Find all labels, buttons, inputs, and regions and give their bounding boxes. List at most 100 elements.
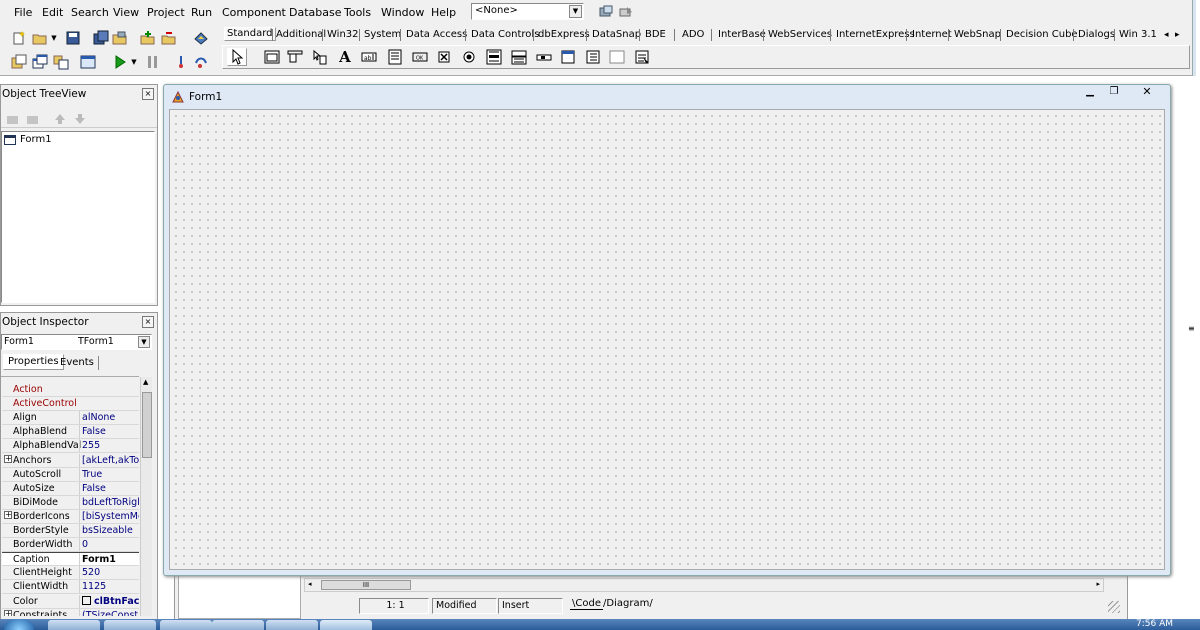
property-value[interactable]: clBtnFac	[79, 594, 139, 608]
move-up-icon[interactable]	[51, 110, 69, 128]
palette-tab-datasnap[interactable]: DataSnap	[592, 29, 641, 43]
actionlist-icon[interactable]	[632, 48, 652, 66]
property-row[interactable]: AlphaBlendVal 255	[2, 439, 139, 454]
palette-tab-win31[interactable]: Win 3.1	[1119, 29, 1157, 43]
start-button[interactable]	[4, 619, 34, 630]
pause-icon[interactable]	[144, 53, 162, 71]
palette-tab-ado[interactable]: ADO	[682, 29, 704, 43]
palette-tab-data-controls[interactable]: Data Controls	[471, 29, 539, 43]
new-form-icon[interactable]	[79, 53, 97, 71]
save-desktop-icon[interactable]	[597, 3, 615, 21]
minimize-button[interactable]: ▁	[1078, 86, 1102, 100]
property-value[interactable]: False	[79, 481, 139, 495]
close-icon[interactable]: ×	[142, 316, 154, 328]
close-button[interactable]: ✕	[1130, 86, 1164, 100]
tab-properties[interactable]: Properties	[3, 354, 64, 370]
property-row[interactable]: Align alNone	[2, 411, 139, 426]
property-row[interactable]: + Anchors [akLeft,akTop	[2, 453, 139, 468]
menu-edit[interactable]: Edit	[42, 6, 63, 19]
menu-file[interactable]: File	[14, 6, 32, 19]
radiogroup-icon[interactable]	[583, 48, 603, 66]
property-value[interactable]: 255	[79, 439, 139, 453]
menu-tools[interactable]: Tools	[344, 6, 371, 19]
property-row[interactable]: Caption Form1	[2, 552, 139, 567]
panel-icon[interactable]	[607, 48, 627, 66]
property-value[interactable]: 520	[79, 566, 139, 580]
property-row[interactable]: BorderWidth 0	[2, 538, 139, 553]
groupbox-icon[interactable]	[558, 48, 578, 66]
splitter-grip-icon[interactable]: ≡	[1188, 324, 1195, 333]
property-row[interactable]: ActiveControl	[2, 397, 139, 412]
property-value[interactable]: 1125	[79, 580, 139, 594]
palette-tab-bde[interactable]: BDE	[645, 29, 666, 43]
property-value[interactable]: Form1	[79, 553, 139, 567]
clock[interactable]: 7:56 AM	[1136, 620, 1173, 629]
menu-search[interactable]: Search	[71, 6, 109, 19]
label-icon[interactable]: A	[335, 48, 355, 66]
menu-run[interactable]: Run	[191, 6, 212, 19]
taskbar-explorer-icon[interactable]	[104, 620, 156, 630]
save-icon[interactable]	[64, 29, 82, 47]
menu-window[interactable]: Window	[381, 6, 424, 19]
view-form-icon[interactable]	[31, 53, 49, 71]
palette-tab-data-access[interactable]: Data Access	[406, 29, 467, 43]
taskbar-browser-icon[interactable]	[212, 620, 264, 630]
edit-icon[interactable]: ab	[359, 48, 379, 66]
palette-tab-internetexpress[interactable]: InternetExpress	[836, 29, 915, 43]
editor-hscrollbar[interactable]: ◂ III ▸	[304, 578, 1104, 592]
property-row[interactable]: AutoSize False	[2, 481, 139, 496]
menu-component[interactable]: Component	[222, 6, 286, 19]
memo-icon[interactable]	[385, 48, 405, 66]
view-unit-icon[interactable]	[10, 53, 28, 71]
property-value[interactable]: 0	[79, 538, 139, 552]
open-icon[interactable]	[31, 29, 49, 47]
property-value[interactable]: bsSizeable	[79, 524, 139, 537]
property-value[interactable]: False	[79, 425, 139, 439]
tree-node-form1[interactable]: Form1	[4, 134, 64, 147]
object-selector[interactable]: Form1 TForm1 ▼	[1, 334, 152, 350]
remove-from-project-icon[interactable]	[160, 29, 178, 47]
toggle-form-unit-icon[interactable]	[52, 53, 70, 71]
popup-menu-icon[interactable]	[310, 48, 330, 66]
scroll-right-icon[interactable]: ▸	[1096, 580, 1100, 588]
property-row[interactable]: +BorderIcons [biSystemMen	[2, 509, 139, 524]
button-icon[interactable]: OK	[410, 48, 430, 66]
palette-tab-webservices[interactable]: WebServices	[768, 29, 832, 43]
menu-database[interactable]: Database	[289, 6, 342, 19]
resize-grip-icon[interactable]	[1108, 601, 1120, 613]
open-project-icon[interactable]	[111, 29, 129, 47]
palette-tab-win32[interactable]: Win32	[327, 29, 359, 43]
palette-tab-interbase[interactable]: InterBase	[718, 29, 766, 43]
property-row[interactable]: AutoScroll True	[2, 467, 139, 482]
scroll-left-icon[interactable]: ◂	[308, 580, 312, 588]
palette-tab-dbexpress[interactable]: dbExpress	[538, 29, 590, 43]
radio-button-icon[interactable]	[459, 48, 479, 66]
trace-into-icon[interactable]	[172, 53, 190, 71]
palette-tab-additional[interactable]: Additional	[276, 29, 326, 43]
palette-scroll-right-icon[interactable]: ▸	[1175, 29, 1187, 43]
property-value[interactable]: alNone	[79, 411, 139, 425]
palette-tab-websnap[interactable]: WebSnap	[954, 29, 1001, 43]
pointer-icon[interactable]	[227, 48, 247, 66]
property-row[interactable]: AlphaBlend False	[2, 425, 139, 440]
delete-item-icon[interactable]	[24, 110, 42, 128]
property-row[interactable]: Action	[2, 383, 139, 397]
property-row[interactable]: ClientHeight 520	[2, 566, 139, 581]
taskbar-ie-icon[interactable]	[48, 620, 100, 630]
close-icon[interactable]: ×	[142, 88, 154, 100]
tab-events[interactable]: Events	[56, 356, 99, 370]
taskbar-delphi-icon[interactable]	[320, 620, 372, 630]
scrollbar-icon[interactable]	[534, 48, 554, 66]
property-row[interactable]: ClientWidth 1125	[2, 580, 139, 595]
help-contents-icon[interactable]	[192, 29, 210, 47]
expand-icon[interactable]: +	[4, 510, 12, 519]
expand-icon[interactable]: +	[4, 454, 12, 463]
listbox-icon[interactable]	[484, 48, 504, 66]
save-all-icon[interactable]	[92, 29, 110, 47]
property-value[interactable]: [akLeft,akTop	[79, 453, 139, 467]
tab-diagram[interactable]: /Diagram/	[601, 598, 655, 609]
move-down-icon[interactable]	[71, 110, 89, 128]
new-icon[interactable]	[10, 29, 28, 47]
scroll-up-icon[interactable]: ▲	[143, 378, 148, 386]
scroll-thumb[interactable]: III	[321, 580, 411, 590]
